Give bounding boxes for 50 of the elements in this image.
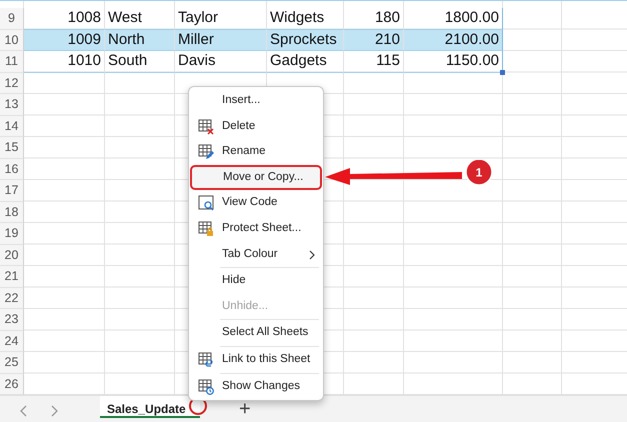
row-number: 23 [0,309,24,330]
table-cell: 1009 [24,30,105,51]
row-number: 19 [0,223,24,244]
menu-item[interactable]: Delete [189,114,323,140]
table-cell: Sprockets [267,30,344,51]
menu-item[interactable]: Rename [189,139,323,165]
row-number: 26 [0,374,24,395]
row-number: 18 [0,202,24,223]
menu-item[interactable]: Tab Colour [189,242,323,268]
row-number: 16 [0,158,24,180]
row-number: 12 [0,72,24,94]
new-sheet-button[interactable]: + [239,398,251,420]
row-number: 9 [0,8,24,30]
menu-item[interactable]: Insert... [189,88,323,114]
delete-sheet-icon [198,118,214,135]
table-cell: Gadgets [267,51,344,72]
row-number: 24 [0,330,24,352]
menu-item[interactable]: Move or Copy... [190,164,322,190]
row-number: 21 [0,266,24,288]
row-number: 14 [0,116,24,137]
menu-item[interactable]: Protect Sheet... [189,216,323,242]
rename-icon [198,144,214,160]
row-number: 11 [0,51,24,72]
sheet-tab[interactable]: Sales_Update [100,396,200,418]
table-cell: 1010 [24,51,105,72]
table-cell: 1150.00 [404,51,503,72]
callout-badge: 1 [465,160,493,186]
table-cell: Miller [175,30,267,51]
table-cell: 210 [344,30,404,51]
row-number: 15 [0,137,24,158]
menu-item[interactable]: View Code [189,190,323,216]
link-icon [198,352,214,368]
history-icon [198,378,214,395]
menu-item[interactable]: Select All Sheets [189,320,323,346]
row-number: 13 [0,94,24,116]
menu-item[interactable]: Hide [189,268,323,294]
table-cell: Davis [175,51,267,72]
table-cell: South [105,51,175,72]
fill-handle[interactable] [500,70,505,74]
row-number: 22 [0,288,24,309]
lock-icon [198,220,214,237]
table-cell: 115 [344,51,404,72]
row-number: 20 [0,244,24,266]
table-cell: North [105,30,175,51]
row-number: 10 [0,30,24,51]
row-number: 17 [0,180,24,202]
menu-item[interactable]: Link to this Sheet [189,346,323,373]
table-cell: 2100.00 [404,30,503,51]
code-search-icon [198,195,214,212]
row-number: 25 [0,352,24,374]
